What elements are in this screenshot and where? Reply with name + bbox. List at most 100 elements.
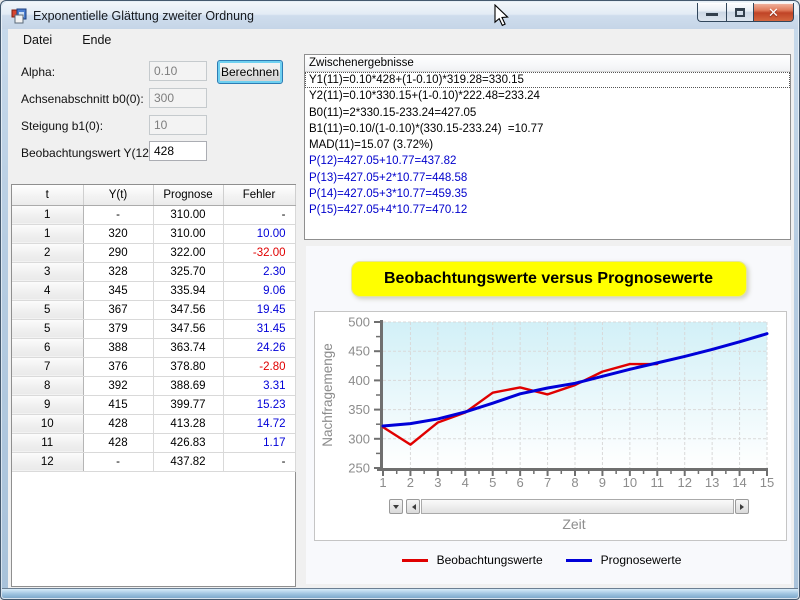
result-item[interactable]: MAD(11)=15.07 (3.72%) bbox=[305, 137, 790, 153]
table-cell[interactable]: 428 bbox=[83, 414, 153, 433]
table-cell[interactable]: -32.00 bbox=[223, 243, 295, 262]
svg-text:300: 300 bbox=[348, 431, 370, 446]
table-cell[interactable]: 322.00 bbox=[153, 243, 223, 262]
table-cell[interactable]: 24.26 bbox=[223, 338, 295, 357]
table-row[interactable]: 3328325.702.30 bbox=[12, 262, 295, 281]
table-cell[interactable]: 3.31 bbox=[223, 376, 295, 395]
table-cell[interactable]: 426.83 bbox=[153, 433, 223, 452]
table-row[interactable]: 2290322.00-32.00 bbox=[12, 243, 295, 262]
scroll-right-button[interactable] bbox=[735, 499, 749, 514]
table-cell[interactable]: 379 bbox=[83, 319, 153, 338]
table-row[interactable]: 7376378.80-2.80 bbox=[12, 357, 295, 376]
list-column-header[interactable]: Zwischenergebnisse bbox=[305, 55, 790, 72]
table-cell[interactable]: 345 bbox=[83, 281, 153, 300]
result-item[interactable]: P(15)=427.05+4*10.77=470.12 bbox=[305, 202, 790, 218]
column-header-yt[interactable]: Y(t) bbox=[83, 185, 153, 205]
table-cell[interactable]: 15.23 bbox=[223, 395, 295, 414]
result-item[interactable]: B0(11)=2*330.15-233.24=427.05 bbox=[305, 105, 790, 121]
table-cell[interactable]: 12 bbox=[12, 452, 83, 471]
table-cell[interactable]: 376 bbox=[83, 357, 153, 376]
table-cell[interactable]: 399.77 bbox=[153, 395, 223, 414]
table-cell[interactable]: 5 bbox=[12, 319, 83, 338]
table-row[interactable]: 5367347.5619.45 bbox=[12, 300, 295, 319]
table-row[interactable]: 5379347.5631.45 bbox=[12, 319, 295, 338]
table-cell[interactable]: 328 bbox=[83, 262, 153, 281]
table-cell[interactable]: 428 bbox=[83, 433, 153, 452]
column-header-prognose[interactable]: Prognose bbox=[153, 185, 223, 205]
table-cell[interactable]: 2 bbox=[12, 243, 83, 262]
result-item[interactable]: B1(11)=0.10/(1-0.10)*(330.15-233.24) =10… bbox=[305, 121, 790, 137]
result-item[interactable]: Y1(11)=0.10*428+(1-0.10)*319.28=330.15 bbox=[305, 72, 790, 88]
table-cell[interactable]: 9 bbox=[12, 395, 83, 414]
table-cell[interactable]: 3 bbox=[12, 262, 83, 281]
table-cell[interactable]: 31.45 bbox=[223, 319, 295, 338]
table-row[interactable]: 1320310.0010.00 bbox=[12, 224, 295, 243]
column-header-t[interactable]: t bbox=[12, 185, 83, 205]
table-cell[interactable]: 14.72 bbox=[223, 414, 295, 433]
table-cell[interactable]: 10 bbox=[12, 414, 83, 433]
result-item[interactable]: Y2(11)=0.10*330.15+(1-0.10)*222.48=233.2… bbox=[305, 88, 790, 104]
menu-item-ende[interactable]: Ende bbox=[75, 30, 118, 50]
beobachtungswert-field[interactable] bbox=[149, 141, 207, 161]
table-cell[interactable]: 363.74 bbox=[153, 338, 223, 357]
chart-scrollbar-track[interactable] bbox=[421, 499, 734, 514]
maximize-icon bbox=[735, 8, 745, 17]
table-row[interactable]: 10428413.2814.72 bbox=[12, 414, 295, 433]
table-cell[interactable]: 388 bbox=[83, 338, 153, 357]
maximize-button[interactable] bbox=[726, 3, 754, 22]
table-cell[interactable]: 310.00 bbox=[153, 224, 223, 243]
table-row[interactable]: 12-437.82- bbox=[12, 452, 295, 471]
table-cell[interactable]: 413.28 bbox=[153, 414, 223, 433]
table-cell[interactable]: 1 bbox=[12, 205, 83, 224]
table-cell[interactable]: 5 bbox=[12, 300, 83, 319]
table-cell[interactable]: - bbox=[83, 452, 153, 471]
table-cell[interactable]: - bbox=[83, 205, 153, 224]
table-cell[interactable]: 367 bbox=[83, 300, 153, 319]
berechnen-button[interactable]: Berechnen bbox=[217, 60, 283, 84]
table-cell[interactable]: 10.00 bbox=[223, 224, 295, 243]
title-bar[interactable]: Exponentielle Glättung zweiter Ordnung ✕ bbox=[2, 2, 798, 29]
table-row[interactable]: 6388363.7424.26 bbox=[12, 338, 295, 357]
table-row[interactable]: 9415399.7715.23 bbox=[12, 395, 295, 414]
close-button[interactable]: ✕ bbox=[754, 3, 794, 22]
minimize-button[interactable] bbox=[697, 3, 726, 22]
table-cell[interactable]: 9.06 bbox=[223, 281, 295, 300]
table-cell[interactable]: 437.82 bbox=[153, 452, 223, 471]
table-row[interactable]: 11428426.831.17 bbox=[12, 433, 295, 452]
result-item[interactable]: P(12)=427.05+10.77=437.82 bbox=[305, 153, 790, 169]
table-cell[interactable]: 415 bbox=[83, 395, 153, 414]
table-cell[interactable]: 8 bbox=[12, 376, 83, 395]
table-cell[interactable]: 1.17 bbox=[223, 433, 295, 452]
table-cell[interactable]: 11 bbox=[12, 433, 83, 452]
client-area: Datei Ende Alpha: Achsenabschnitt b0(0):… bbox=[8, 29, 794, 589]
table-cell[interactable]: 6 bbox=[12, 338, 83, 357]
table-cell[interactable]: - bbox=[223, 205, 295, 224]
table-cell[interactable]: 347.56 bbox=[153, 300, 223, 319]
table-cell[interactable]: 19.45 bbox=[223, 300, 295, 319]
column-header-fehler[interactable]: Fehler bbox=[223, 185, 295, 205]
scroll-left-button[interactable] bbox=[406, 499, 420, 514]
table-cell[interactable]: 2.30 bbox=[223, 262, 295, 281]
table-cell[interactable]: -2.80 bbox=[223, 357, 295, 376]
table-cell[interactable]: 392 bbox=[83, 376, 153, 395]
table-cell[interactable]: 388.69 bbox=[153, 376, 223, 395]
table-row[interactable]: 1-310.00- bbox=[12, 205, 295, 224]
table-cell[interactable]: 347.56 bbox=[153, 319, 223, 338]
table-cell[interactable]: - bbox=[223, 452, 295, 471]
table-cell[interactable]: 320 bbox=[83, 224, 153, 243]
result-item[interactable]: P(14)=427.05+3*10.77=459.35 bbox=[305, 186, 790, 202]
table-cell[interactable]: 290 bbox=[83, 243, 153, 262]
table-row[interactable]: 8392388.693.31 bbox=[12, 376, 295, 395]
table-cell[interactable]: 7 bbox=[12, 357, 83, 376]
table-cell[interactable]: 335.94 bbox=[153, 281, 223, 300]
table-cell[interactable]: 310.00 bbox=[153, 205, 223, 224]
table-row[interactable]: 4345335.949.06 bbox=[12, 281, 295, 300]
result-item[interactable]: P(13)=427.05+2*10.77=448.58 bbox=[305, 170, 790, 186]
menu-item-datei[interactable]: Datei bbox=[16, 30, 59, 50]
chevron-left-icon bbox=[409, 504, 416, 510]
table-cell[interactable]: 378.80 bbox=[153, 357, 223, 376]
table-cell[interactable]: 325.70 bbox=[153, 262, 223, 281]
table-cell[interactable]: 1 bbox=[12, 224, 83, 243]
chart-zoom-reset-button[interactable] bbox=[389, 499, 403, 514]
table-cell[interactable]: 4 bbox=[12, 281, 83, 300]
